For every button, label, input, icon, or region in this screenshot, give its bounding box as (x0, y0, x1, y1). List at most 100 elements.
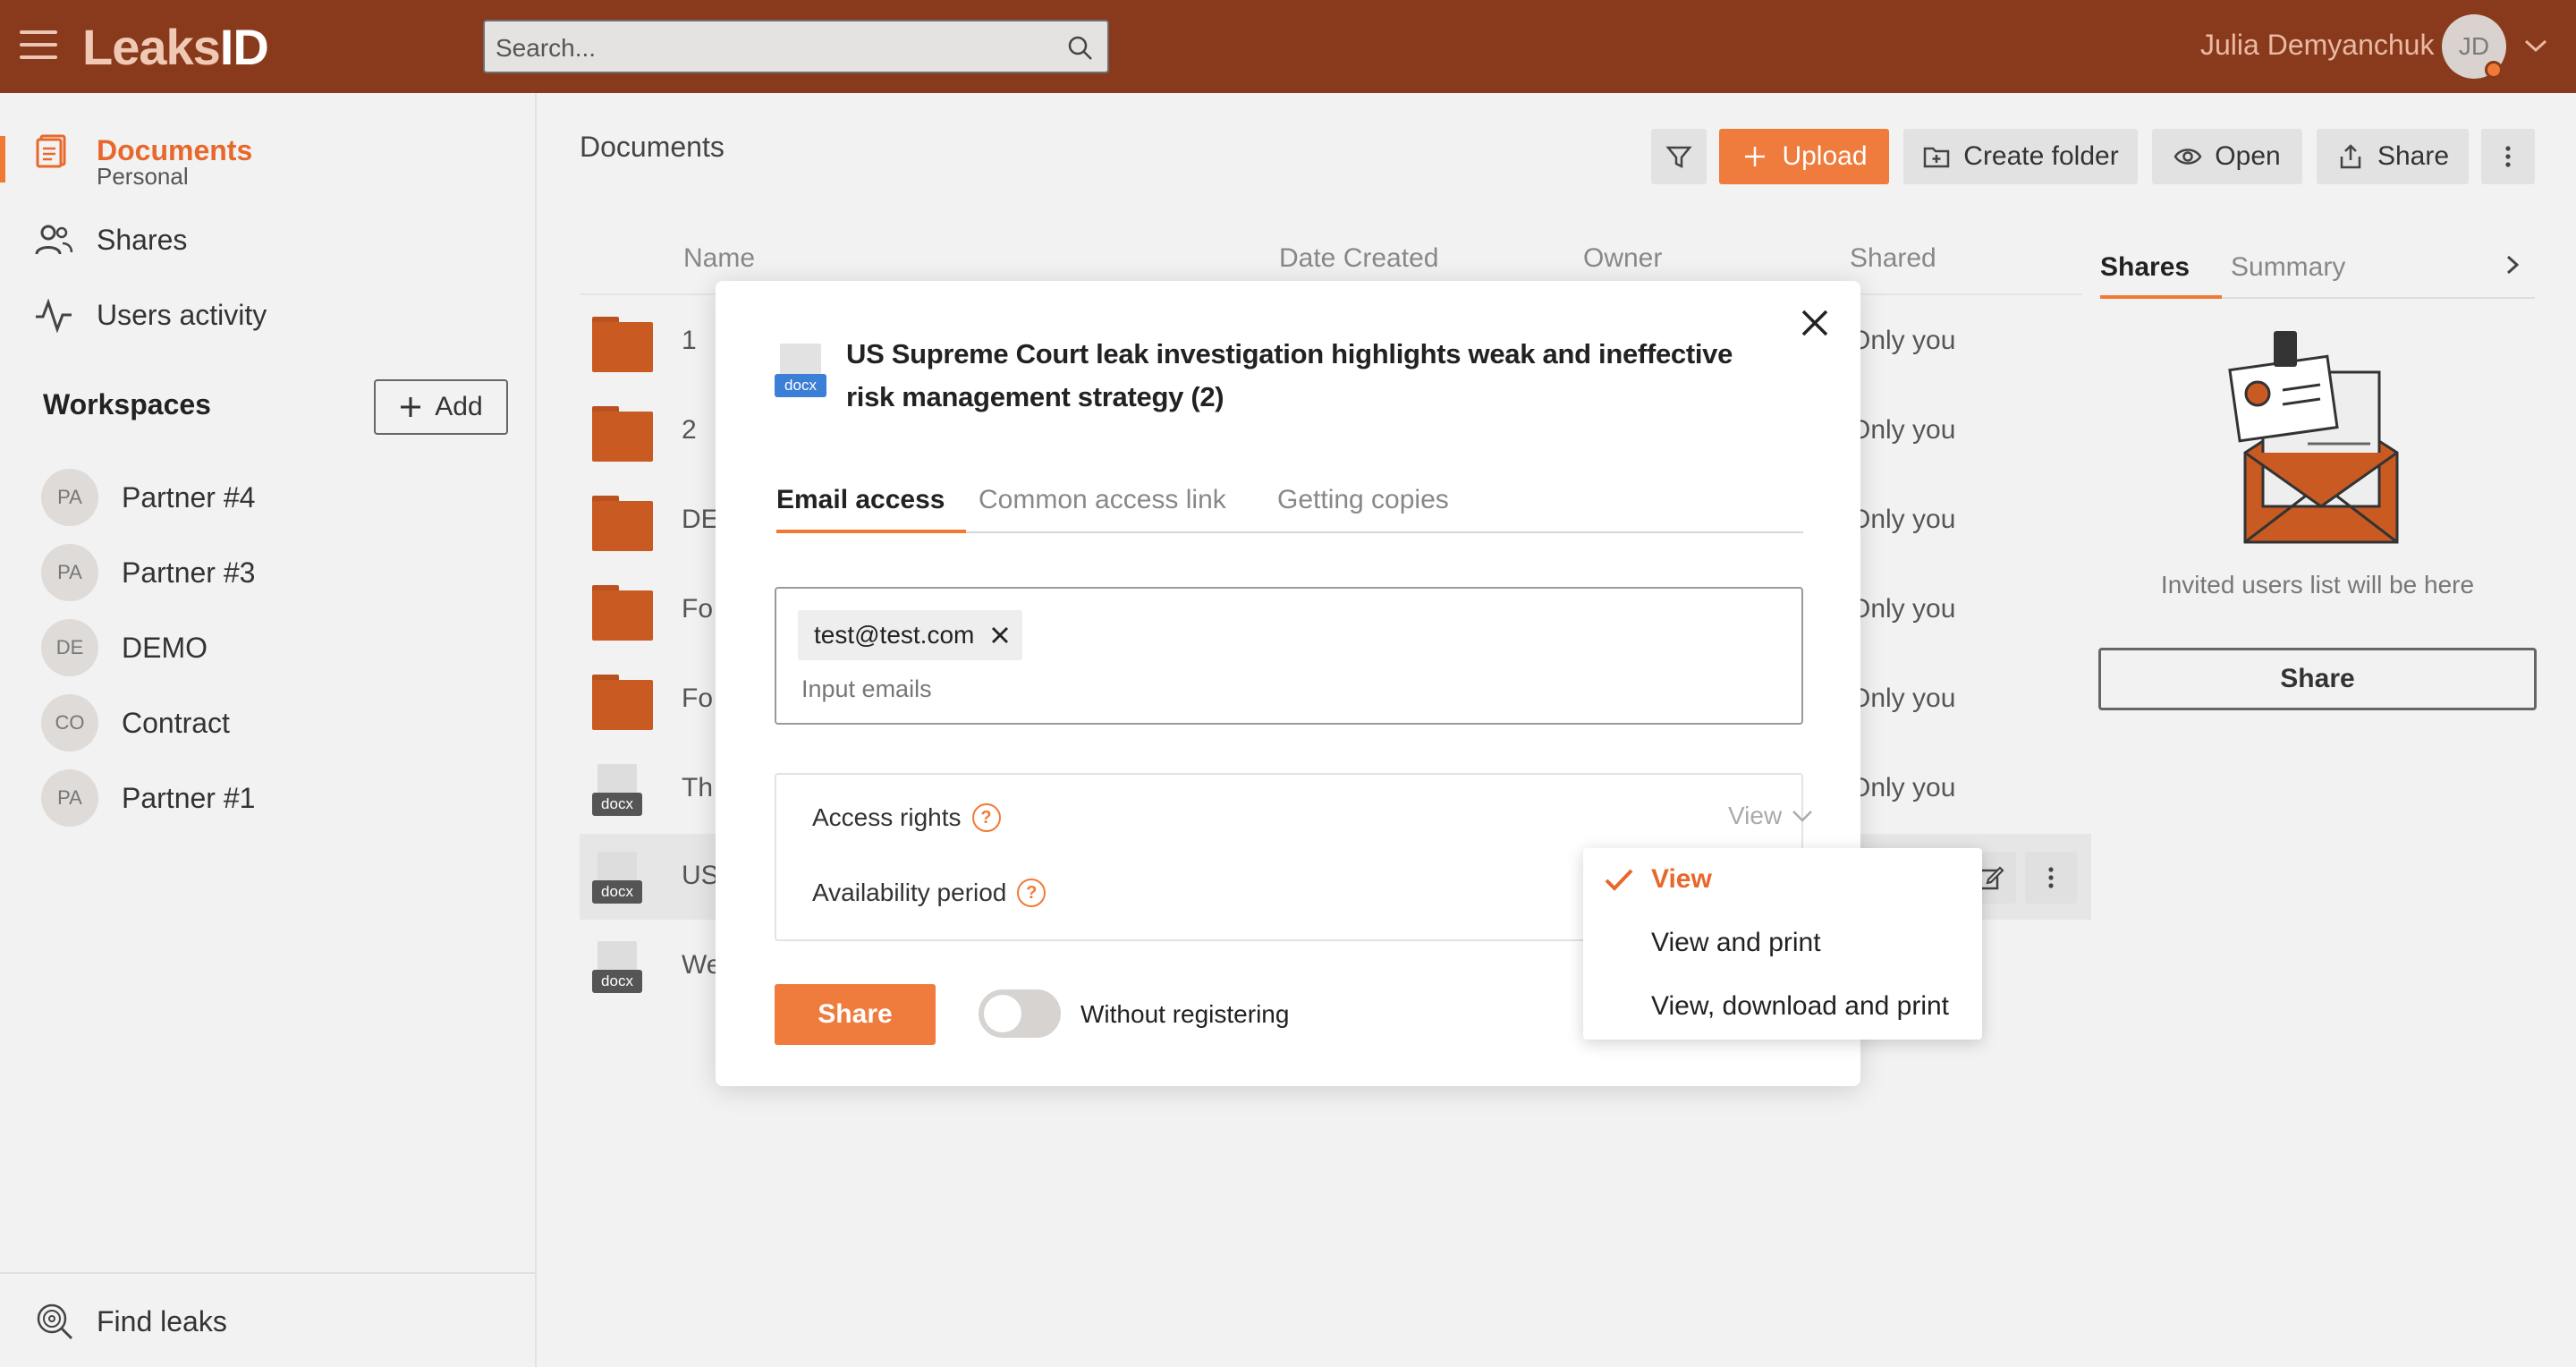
row-shared: Only you (1850, 594, 1956, 624)
workspace-item[interactable]: PA Partner #4 (41, 469, 255, 526)
create-folder-button[interactable]: Create folder (1903, 129, 2138, 184)
tab-summary[interactable]: Summary (2231, 252, 2345, 283)
workspace-name: Contract (122, 706, 230, 739)
dropdown-option-view-download-print[interactable]: View, download and print (1651, 991, 1949, 1022)
workspace-avatar: PA (41, 469, 98, 526)
add-workspace-button[interactable]: Add (374, 379, 508, 435)
active-tab-underline (2100, 295, 2222, 299)
kebab-menu-icon (2505, 146, 2511, 167)
workspaces-title: Workspaces (43, 388, 211, 420)
tab-getting-copies[interactable]: Getting copies (1277, 485, 1449, 515)
share-toolbar-button[interactable]: Share (2317, 129, 2469, 184)
workspace-name: DEMO (122, 631, 208, 664)
file-type-label: docx (592, 970, 642, 993)
share-label: Share (2377, 141, 2450, 171)
column-header-name[interactable]: Name (683, 243, 755, 274)
panel-share-button[interactable]: Share (2098, 648, 2537, 710)
sidebar-item-users-activity[interactable]: Users activity (34, 295, 267, 335)
workspace-item[interactable]: PA Partner #3 (41, 544, 255, 601)
hamburger-menu-icon[interactable] (20, 30, 57, 61)
row-name: 1 (682, 326, 697, 355)
dialog-title: US Supreme Court leak investigation high… (846, 338, 1733, 412)
sidebar-item-documents[interactable]: Documents Personal (34, 131, 252, 190)
folder-icon (592, 317, 657, 374)
column-header-owner[interactable]: Owner (1583, 243, 1662, 274)
active-nav-indicator (0, 136, 5, 183)
access-rights-label: Access rights (812, 803, 962, 831)
search-icon[interactable] (1066, 34, 1095, 63)
access-rights-row: Access rights ? (812, 803, 1001, 832)
sidebar-item-label: Shares (97, 223, 188, 256)
sidebar-item-label: Users activity (97, 298, 267, 331)
user-name[interactable]: Julia Demyanchuk (2200, 29, 2434, 62)
filter-button[interactable] (1651, 129, 1707, 184)
docx-file-icon: docx (775, 344, 826, 403)
sidebar-item-shares[interactable]: Shares (34, 220, 187, 259)
create-folder-label: Create folder (1963, 141, 2119, 171)
documents-icon (36, 134, 66, 168)
folder-icon (592, 406, 657, 463)
open-button[interactable]: Open (2152, 129, 2302, 184)
file-type-label: docx (592, 793, 642, 816)
help-icon[interactable]: ? (1017, 879, 1046, 907)
search-input[interactable] (496, 30, 1050, 66)
docx-file-icon: docx (592, 852, 657, 909)
row-name: Th (682, 773, 714, 802)
workspace-item[interactable]: PA Partner #1 (41, 769, 255, 827)
row-name: DE (682, 505, 719, 534)
email-chip-text: test@test.com (814, 621, 975, 649)
empty-state-text: Invited users list will be here (2160, 571, 2475, 599)
more-options-button[interactable] (2481, 129, 2535, 184)
workspace-item[interactable]: CO Contract (41, 694, 230, 751)
help-icon[interactable]: ? (971, 803, 1001, 832)
logo-text-bold: ID (219, 19, 269, 75)
row-shared: Only you (1850, 773, 1956, 802)
chevron-down-icon[interactable] (2522, 36, 2549, 55)
access-rights-select[interactable]: View (1728, 802, 1814, 830)
active-tab-underline (776, 530, 966, 533)
find-leaks-link[interactable]: Find leaks (34, 1301, 227, 1342)
docx-file-icon: docx (592, 941, 657, 998)
workspace-avatar: PA (41, 544, 98, 601)
find-leaks-label: Find leaks (97, 1304, 227, 1337)
email-input[interactable] (801, 671, 1696, 707)
envelope-illustration-icon (2228, 331, 2399, 544)
activity-icon (36, 298, 72, 334)
top-bar: LeaksID Julia Demyanchuk JD (0, 0, 2576, 93)
upload-label: Upload (1782, 141, 1868, 171)
column-header-date[interactable]: Date Created (1279, 243, 1438, 274)
upload-button[interactable]: Upload (1719, 129, 1889, 184)
sidebar: Documents Personal Shares Users activity… (0, 93, 537, 1367)
workspace-name: Partner #3 (122, 556, 256, 589)
email-input-box[interactable]: test@test.com (775, 587, 1803, 725)
dropdown-option-view[interactable]: View (1651, 864, 1712, 895)
column-header-shared[interactable]: Shared (1850, 243, 1936, 274)
row-name: US (682, 861, 719, 890)
row-shared: Only you (1850, 684, 1956, 713)
status-dot (2485, 61, 2503, 79)
workspace-avatar: PA (41, 769, 98, 827)
tab-email-access[interactable]: Email access (776, 485, 945, 515)
row-shared: Only you (1850, 415, 1956, 445)
email-chip: test@test.com (798, 610, 1023, 660)
tab-common-access-link[interactable]: Common access link (979, 485, 1226, 515)
open-label: Open (2215, 141, 2281, 171)
access-rights-dropdown: View View and print View, download and p… (1583, 848, 1982, 1040)
remove-chip-icon[interactable] (990, 625, 1010, 645)
close-icon[interactable] (1796, 304, 1834, 342)
chevron-right-icon[interactable] (2503, 252, 2522, 277)
tab-shares[interactable]: Shares (2100, 252, 2190, 283)
without-registering-toggle[interactable] (979, 989, 1061, 1038)
workspace-item[interactable]: DE DEMO (41, 619, 208, 676)
dropdown-option-view-and-print[interactable]: View and print (1651, 928, 1821, 958)
row-shared: Only you (1850, 505, 1956, 534)
share-button[interactable]: Share (775, 984, 936, 1045)
row-shared: Only you (1850, 326, 1956, 355)
app-logo[interactable]: LeaksID (82, 18, 269, 76)
folder-plus-icon (1924, 147, 1950, 168)
docx-file-icon: docx (592, 764, 657, 821)
add-label: Add (435, 392, 483, 421)
filter-icon (1665, 146, 1692, 169)
row-more-button[interactable] (2025, 852, 2077, 904)
logo-text: Leaks (82, 19, 221, 75)
